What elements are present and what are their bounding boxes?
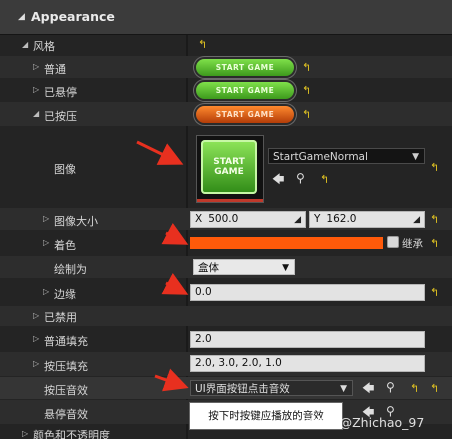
- image-asset-dropdown[interactable]: StartGameNormal ▼: [268, 148, 425, 164]
- pressed-padding-field[interactable]: 2.0, 3.0, 2.0, 1.0: [190, 355, 425, 372]
- collapsed-arrow-icon[interactable]: ▷: [43, 238, 49, 247]
- pressed-sound-label: 按压音效: [44, 384, 88, 397]
- tint-label: 着色: [54, 239, 76, 252]
- reset-arrow-icon[interactable]: ↰: [198, 39, 207, 50]
- size-y-field[interactable]: Y 162.0 ◢: [309, 211, 425, 228]
- pressed-padding-value: 2.0, 3.0, 2.0, 1.0: [195, 357, 282, 369]
- reset-arrow-icon[interactable]: ↰: [430, 162, 439, 173]
- collapsed-arrow-icon[interactable]: ▷: [22, 429, 28, 438]
- hovered-image-preview: START GAME: [196, 82, 294, 99]
- normal-image-preview: START GAME: [196, 59, 294, 76]
- size-x-value: 500.0: [208, 213, 239, 225]
- draw-as-value: 盒体: [198, 262, 219, 274]
- expanded-arrow-icon[interactable]: ◢: [22, 40, 28, 49]
- section-header-appearance[interactable]: ◢ Appearance: [0, 0, 452, 35]
- reset-arrow-icon[interactable]: ↰: [302, 62, 311, 73]
- hovered-label: 已悬停: [44, 86, 77, 99]
- collapsed-arrow-icon[interactable]: ▷: [33, 359, 39, 368]
- draw-as-label: 绘制为: [54, 263, 87, 276]
- tint-color-swatch[interactable]: [190, 237, 383, 249]
- reset-arrow-icon[interactable]: ↰: [430, 383, 439, 394]
- size-y-key: Y: [314, 213, 321, 225]
- chevron-down-icon: ▼: [340, 384, 347, 394]
- image-asset-value: StartGameNormal: [273, 151, 368, 163]
- collapsed-arrow-icon[interactable]: ▷: [33, 334, 39, 343]
- pressed-sound-value: UI界面按钮点击音效: [195, 383, 290, 395]
- reset-arrow-icon[interactable]: ↰: [430, 287, 439, 298]
- use-selected-arrow-icon[interactable]: 🡄: [362, 382, 374, 394]
- size-y-value: 162.0: [326, 213, 357, 225]
- normal-padding-value: 2.0: [195, 333, 212, 345]
- expanded-arrow-icon[interactable]: ◢: [33, 109, 39, 118]
- style-row: ◢ 风格 ↰: [0, 35, 452, 55]
- disabled-label: 已禁用: [44, 311, 77, 324]
- use-selected-arrow-icon[interactable]: 🡄: [272, 173, 284, 185]
- chevron-down-icon: ▼: [282, 263, 289, 273]
- reset-arrow-icon[interactable]: ↰: [410, 383, 419, 394]
- size-x-field[interactable]: X 500.0 ◢: [190, 211, 306, 228]
- pressed-image-preview: START GAME: [196, 106, 294, 123]
- pressed-padding-label: 按压填充: [44, 360, 88, 373]
- inherit-checkbox[interactable]: [387, 236, 399, 248]
- drag-resize-icon: ◢: [413, 215, 420, 225]
- drag-resize-icon: ◢: [294, 215, 301, 225]
- normal-label: 普通: [44, 63, 66, 76]
- pressed-label: 已按压: [44, 110, 77, 123]
- normal-padding-field[interactable]: 2.0: [190, 331, 425, 348]
- browse-search-icon[interactable]: ⚲: [296, 172, 305, 184]
- disabled-row: ▷ 已禁用: [0, 306, 452, 326]
- collapsed-arrow-icon[interactable]: ▷: [43, 214, 49, 223]
- reset-arrow-icon[interactable]: ↰: [320, 174, 329, 185]
- reset-arrow-icon[interactable]: ↰: [430, 238, 439, 249]
- pressed-sound-dropdown[interactable]: UI界面按钮点击音效 ▼: [190, 380, 353, 396]
- image-thumbnail[interactable]: START GAME: [196, 135, 264, 203]
- section-title: Appearance: [31, 9, 115, 24]
- inherit-label: 继承: [402, 238, 423, 250]
- color-opacity-label: 颜色和不透明度: [33, 429, 110, 439]
- margin-field[interactable]: 0.0: [190, 284, 425, 301]
- draw-as-dropdown[interactable]: 盒体 ▼: [193, 259, 295, 275]
- style-label: 风格: [33, 40, 55, 53]
- reset-arrow-icon[interactable]: ↰: [302, 109, 311, 120]
- collapsed-arrow-icon[interactable]: ▷: [33, 311, 39, 320]
- image-label: 图像: [54, 163, 76, 176]
- hovered-sound-label: 悬停音效: [44, 408, 88, 421]
- chevron-down-icon: ▼: [412, 152, 419, 162]
- collapsed-arrow-icon[interactable]: ▷: [33, 62, 39, 71]
- margin-value: 0.0: [195, 286, 212, 298]
- reset-arrow-icon[interactable]: ↰: [302, 85, 311, 96]
- browse-search-icon[interactable]: ⚲: [386, 381, 395, 393]
- watermark-text: CSDN @Zhichao_97: [300, 415, 425, 430]
- normal-padding-label: 普通填充: [44, 335, 88, 348]
- collapsed-arrow-icon[interactable]: ▷: [33, 85, 39, 94]
- size-x-key: X: [195, 213, 203, 225]
- collapse-arrow-icon[interactable]: ◢: [18, 12, 25, 22]
- reset-arrow-icon[interactable]: ↰: [430, 214, 439, 225]
- collapsed-arrow-icon[interactable]: ▷: [43, 287, 49, 296]
- thumbnail-accent-bar: [197, 199, 263, 202]
- image-size-label: 图像大小: [54, 215, 98, 228]
- margin-label: 边缘: [54, 288, 76, 301]
- thumbnail-content: START GAME: [201, 140, 257, 194]
